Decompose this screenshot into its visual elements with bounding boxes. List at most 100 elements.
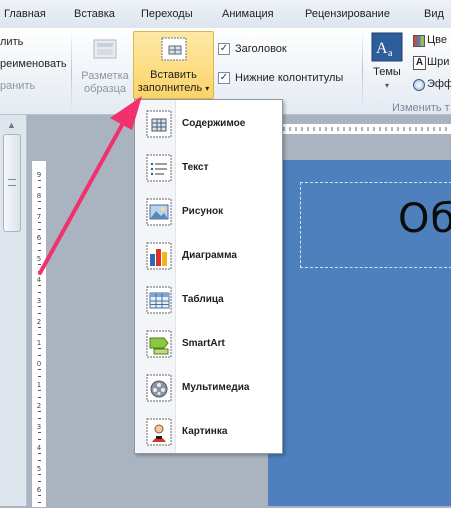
horizontal-ruler: [282, 123, 451, 135]
ruler-tick-mark: [38, 474, 41, 475]
menu-item-label: Картинка: [182, 426, 228, 437]
ruler-tick-label: 1: [36, 339, 42, 347]
svg-text:a: a: [388, 48, 393, 59]
ruler-tick-mark: [38, 264, 41, 265]
ruler-tick-label: 8: [36, 192, 42, 200]
ruler-tick-label: 5: [36, 255, 42, 263]
menu-item-label: Диаграмма: [182, 250, 237, 261]
ruler-ticks: [283, 127, 447, 131]
ruler-tick-mark: [38, 313, 41, 314]
menu-item-table[interactable]: Таблица: [137, 280, 280, 320]
theme-fonts-icon: A: [413, 56, 426, 70]
dropdown-caret-icon: ▾: [205, 84, 210, 93]
theme-colors-button[interactable]: Цве: [413, 34, 451, 48]
menu-item-text[interactable]: Текст: [137, 148, 280, 188]
rename-command[interactable]: реименовать: [0, 58, 67, 70]
scroll-grip-icon: [8, 179, 16, 186]
ruler-tick-label: 4: [36, 444, 42, 452]
insert-placeholder-label-1: Вставить: [150, 69, 197, 81]
title-checkbox[interactable]: ✓: [218, 43, 230, 55]
master-layout-icon: [93, 39, 117, 59]
chart-icon: [146, 242, 172, 270]
ruler-tick-mark: [38, 271, 41, 272]
ruler-tick-label: 3: [36, 423, 42, 431]
media-icon: [146, 374, 172, 402]
tab-home[interactable]: Главная: [4, 8, 46, 20]
ruler-tick-mark: [38, 411, 41, 412]
ruler-tick-mark: [38, 390, 41, 391]
insert-placeholder-label-2: заполнитель ▾: [137, 82, 210, 94]
theme-effects-button[interactable]: Эфф: [413, 78, 451, 92]
ruler-tick-mark: [38, 334, 41, 335]
theme-fonts-button[interactable]: A Шри: [413, 56, 451, 70]
insert-placeholder-button[interactable]: Вставить заполнитель ▾: [133, 31, 214, 99]
ruler-tick-label: 1: [36, 381, 42, 389]
menu-item-chart[interactable]: Диаграмма: [137, 236, 280, 276]
ruler-tick-mark: [38, 229, 41, 230]
clipart-icon: [146, 418, 172, 446]
themes-button[interactable]: A a Темы ▾: [367, 32, 407, 98]
ribbon-tab-bar: Главная Вставка Переходы Анимация Реценз…: [0, 0, 451, 29]
menu-item-label: Текст: [182, 162, 209, 173]
tab-insert[interactable]: Вставка: [74, 8, 115, 20]
vertical-scrollbar[interactable]: [3, 134, 21, 232]
group-divider: [71, 30, 72, 112]
title-checkbox-label: Заголовок: [235, 43, 287, 55]
ruler-tick-label: 9: [36, 171, 42, 179]
text-icon: [146, 154, 172, 182]
delete-command[interactable]: лить: [0, 36, 23, 48]
master-layout-button[interactable]: Разметка образца: [78, 32, 132, 98]
ruler-tick-label: 2: [36, 402, 42, 410]
ruler-tick-mark: [38, 397, 41, 398]
ruler-tick-mark: [38, 201, 41, 202]
ruler-tick-label: 6: [36, 234, 42, 242]
footers-checkbox[interactable]: ✓: [218, 72, 230, 84]
ruler-tick-mark: [38, 432, 41, 433]
preserve-command[interactable]: ранить: [0, 80, 35, 92]
vertical-ruler: 9 8 7 6 5 4 3 2 1 0 1 2 3 4 5 6: [31, 160, 47, 508]
ruler-tick-label: 0: [36, 360, 42, 368]
ruler-tick-label: 3: [36, 297, 42, 305]
table-icon: [146, 286, 172, 314]
ruler-tick-mark: [38, 327, 41, 328]
tab-transitions[interactable]: Переходы: [141, 8, 193, 20]
tab-view[interactable]: Вид: [424, 8, 444, 20]
ruler-tick-mark: [38, 502, 41, 503]
tab-animation[interactable]: Анимация: [222, 8, 274, 20]
insert-placeholder-icon: [161, 37, 186, 61]
ruler-tick-mark: [38, 453, 41, 454]
theme-effects-icon: [413, 79, 425, 91]
slide-title-text: Об: [398, 196, 451, 242]
ruler-tick-mark: [38, 187, 41, 188]
ruler-tick-mark: [38, 222, 41, 223]
menu-item-clipart[interactable]: Картинка: [137, 412, 280, 452]
ruler-tick-label: 4: [36, 276, 42, 284]
theme-effects-label: Эфф: [427, 78, 451, 90]
menu-item-smartart[interactable]: SmartArt: [137, 324, 280, 364]
smartart-icon: [146, 330, 172, 358]
tab-review[interactable]: Рецензирование: [305, 8, 390, 20]
svg-text:A: A: [376, 40, 388, 57]
themes-icon: A a: [371, 32, 403, 62]
menu-item-content[interactable]: Содержимое: [137, 104, 280, 144]
ruler-tick-mark: [38, 250, 41, 251]
menu-item-label: Таблица: [182, 294, 224, 305]
ruler-tick-label: 2: [36, 318, 42, 326]
footers-checkbox-label: Нижние колонтитулы: [235, 72, 344, 84]
menu-item-media[interactable]: Мультимедиа: [137, 368, 280, 408]
menu-item-picture[interactable]: Рисунок: [137, 192, 280, 232]
ruler-tick-mark: [38, 292, 41, 293]
ruler-tick-mark: [38, 243, 41, 244]
ruler-tick-mark: [38, 355, 41, 356]
scroll-up-icon[interactable]: ▲: [7, 120, 16, 130]
ruler-tick-mark: [38, 481, 41, 482]
theme-colors-label: Цве: [427, 34, 447, 46]
themes-label: Темы: [373, 66, 401, 78]
theme-colors-icon: [413, 35, 425, 47]
ruler-tick-mark: [38, 495, 41, 496]
master-layout-label: Разметка образца: [81, 70, 129, 95]
picture-icon: [146, 198, 172, 226]
ruler-tick-mark: [38, 460, 41, 461]
group-divider: [362, 30, 363, 112]
themes-caret-icon: ▾: [384, 81, 389, 90]
